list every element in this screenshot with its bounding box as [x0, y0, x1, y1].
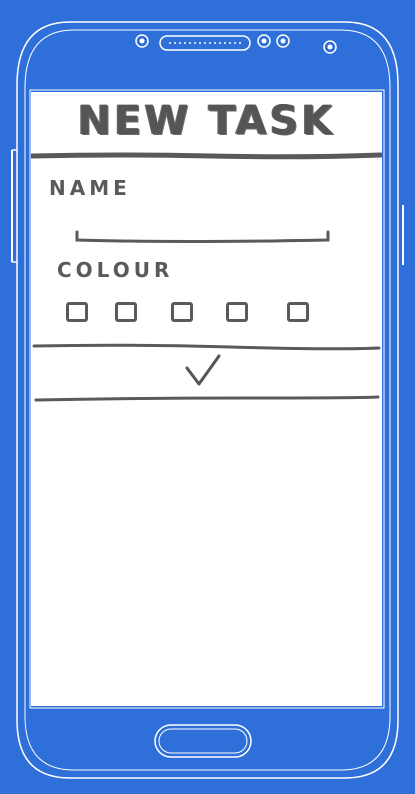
check-icon — [185, 354, 221, 386]
home-button — [154, 724, 252, 758]
colour-option-1[interactable] — [66, 302, 88, 322]
section-divider-top — [32, 343, 381, 351]
page-title: NEW TASK — [77, 98, 336, 144]
name-label: NAME — [49, 176, 131, 200]
phone-mockup: NEW TASK NAME COLOUR — [0, 0, 415, 794]
section-divider-bottom — [34, 395, 380, 402]
colour-option-3[interactable] — [171, 302, 193, 322]
colour-label: COLOUR — [57, 258, 174, 282]
colour-option-4[interactable] — [226, 302, 248, 322]
colour-option-5[interactable] — [287, 302, 309, 322]
confirm-button[interactable] — [181, 350, 225, 390]
title-divider — [31, 152, 382, 160]
name-input[interactable] — [75, 220, 335, 242]
app-screen: NEW TASK NAME COLOUR — [31, 92, 382, 706]
colour-option-2[interactable] — [115, 302, 137, 322]
